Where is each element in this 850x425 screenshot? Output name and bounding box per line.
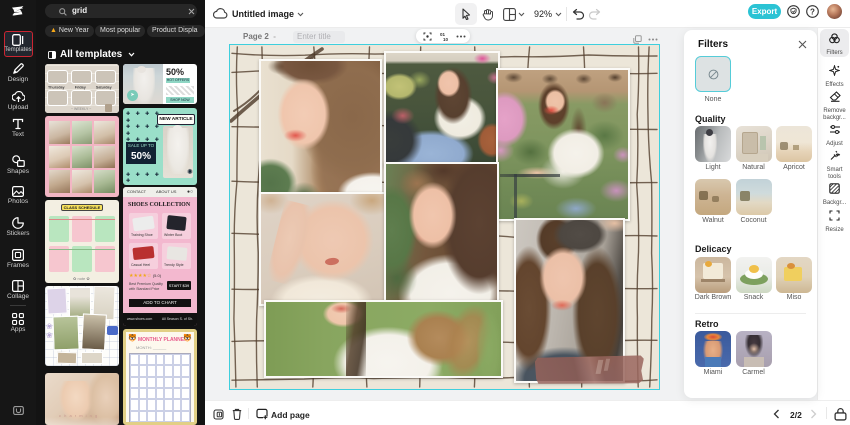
svg-text:10: 10 (443, 37, 449, 41)
svg-text:?: ? (810, 7, 815, 16)
